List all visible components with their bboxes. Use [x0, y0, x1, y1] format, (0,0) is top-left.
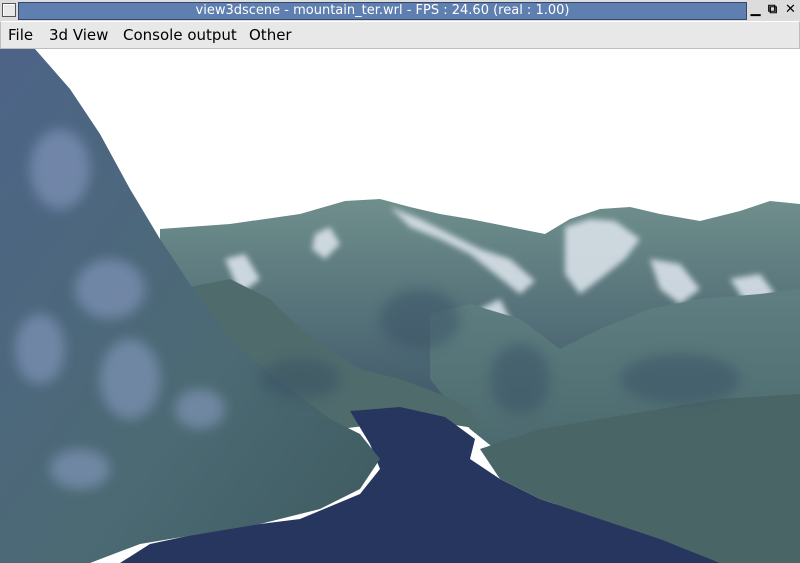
menu-bar: File 3d View Console output Other: [0, 21, 800, 49]
close-icon[interactable]: ✕: [783, 2, 798, 18]
menu-console-output[interactable]: Console output: [123, 22, 237, 48]
window-menu-icon[interactable]: [2, 3, 16, 17]
3d-viewport[interactable]: [0, 49, 800, 563]
maximize-icon[interactable]: ⧉: [765, 2, 780, 18]
title-bar: view3dscene - mountain_ter.wrl - FPS : 2…: [0, 0, 800, 21]
minimize-icon[interactable]: ▁: [748, 2, 763, 18]
menu-file[interactable]: File: [8, 22, 33, 48]
menu-3d-view[interactable]: 3d View: [49, 22, 108, 48]
window-title: view3dscene - mountain_ter.wrl - FPS : 2…: [18, 2, 747, 20]
terrain-scene: [0, 49, 800, 563]
menu-other[interactable]: Other: [249, 22, 292, 48]
